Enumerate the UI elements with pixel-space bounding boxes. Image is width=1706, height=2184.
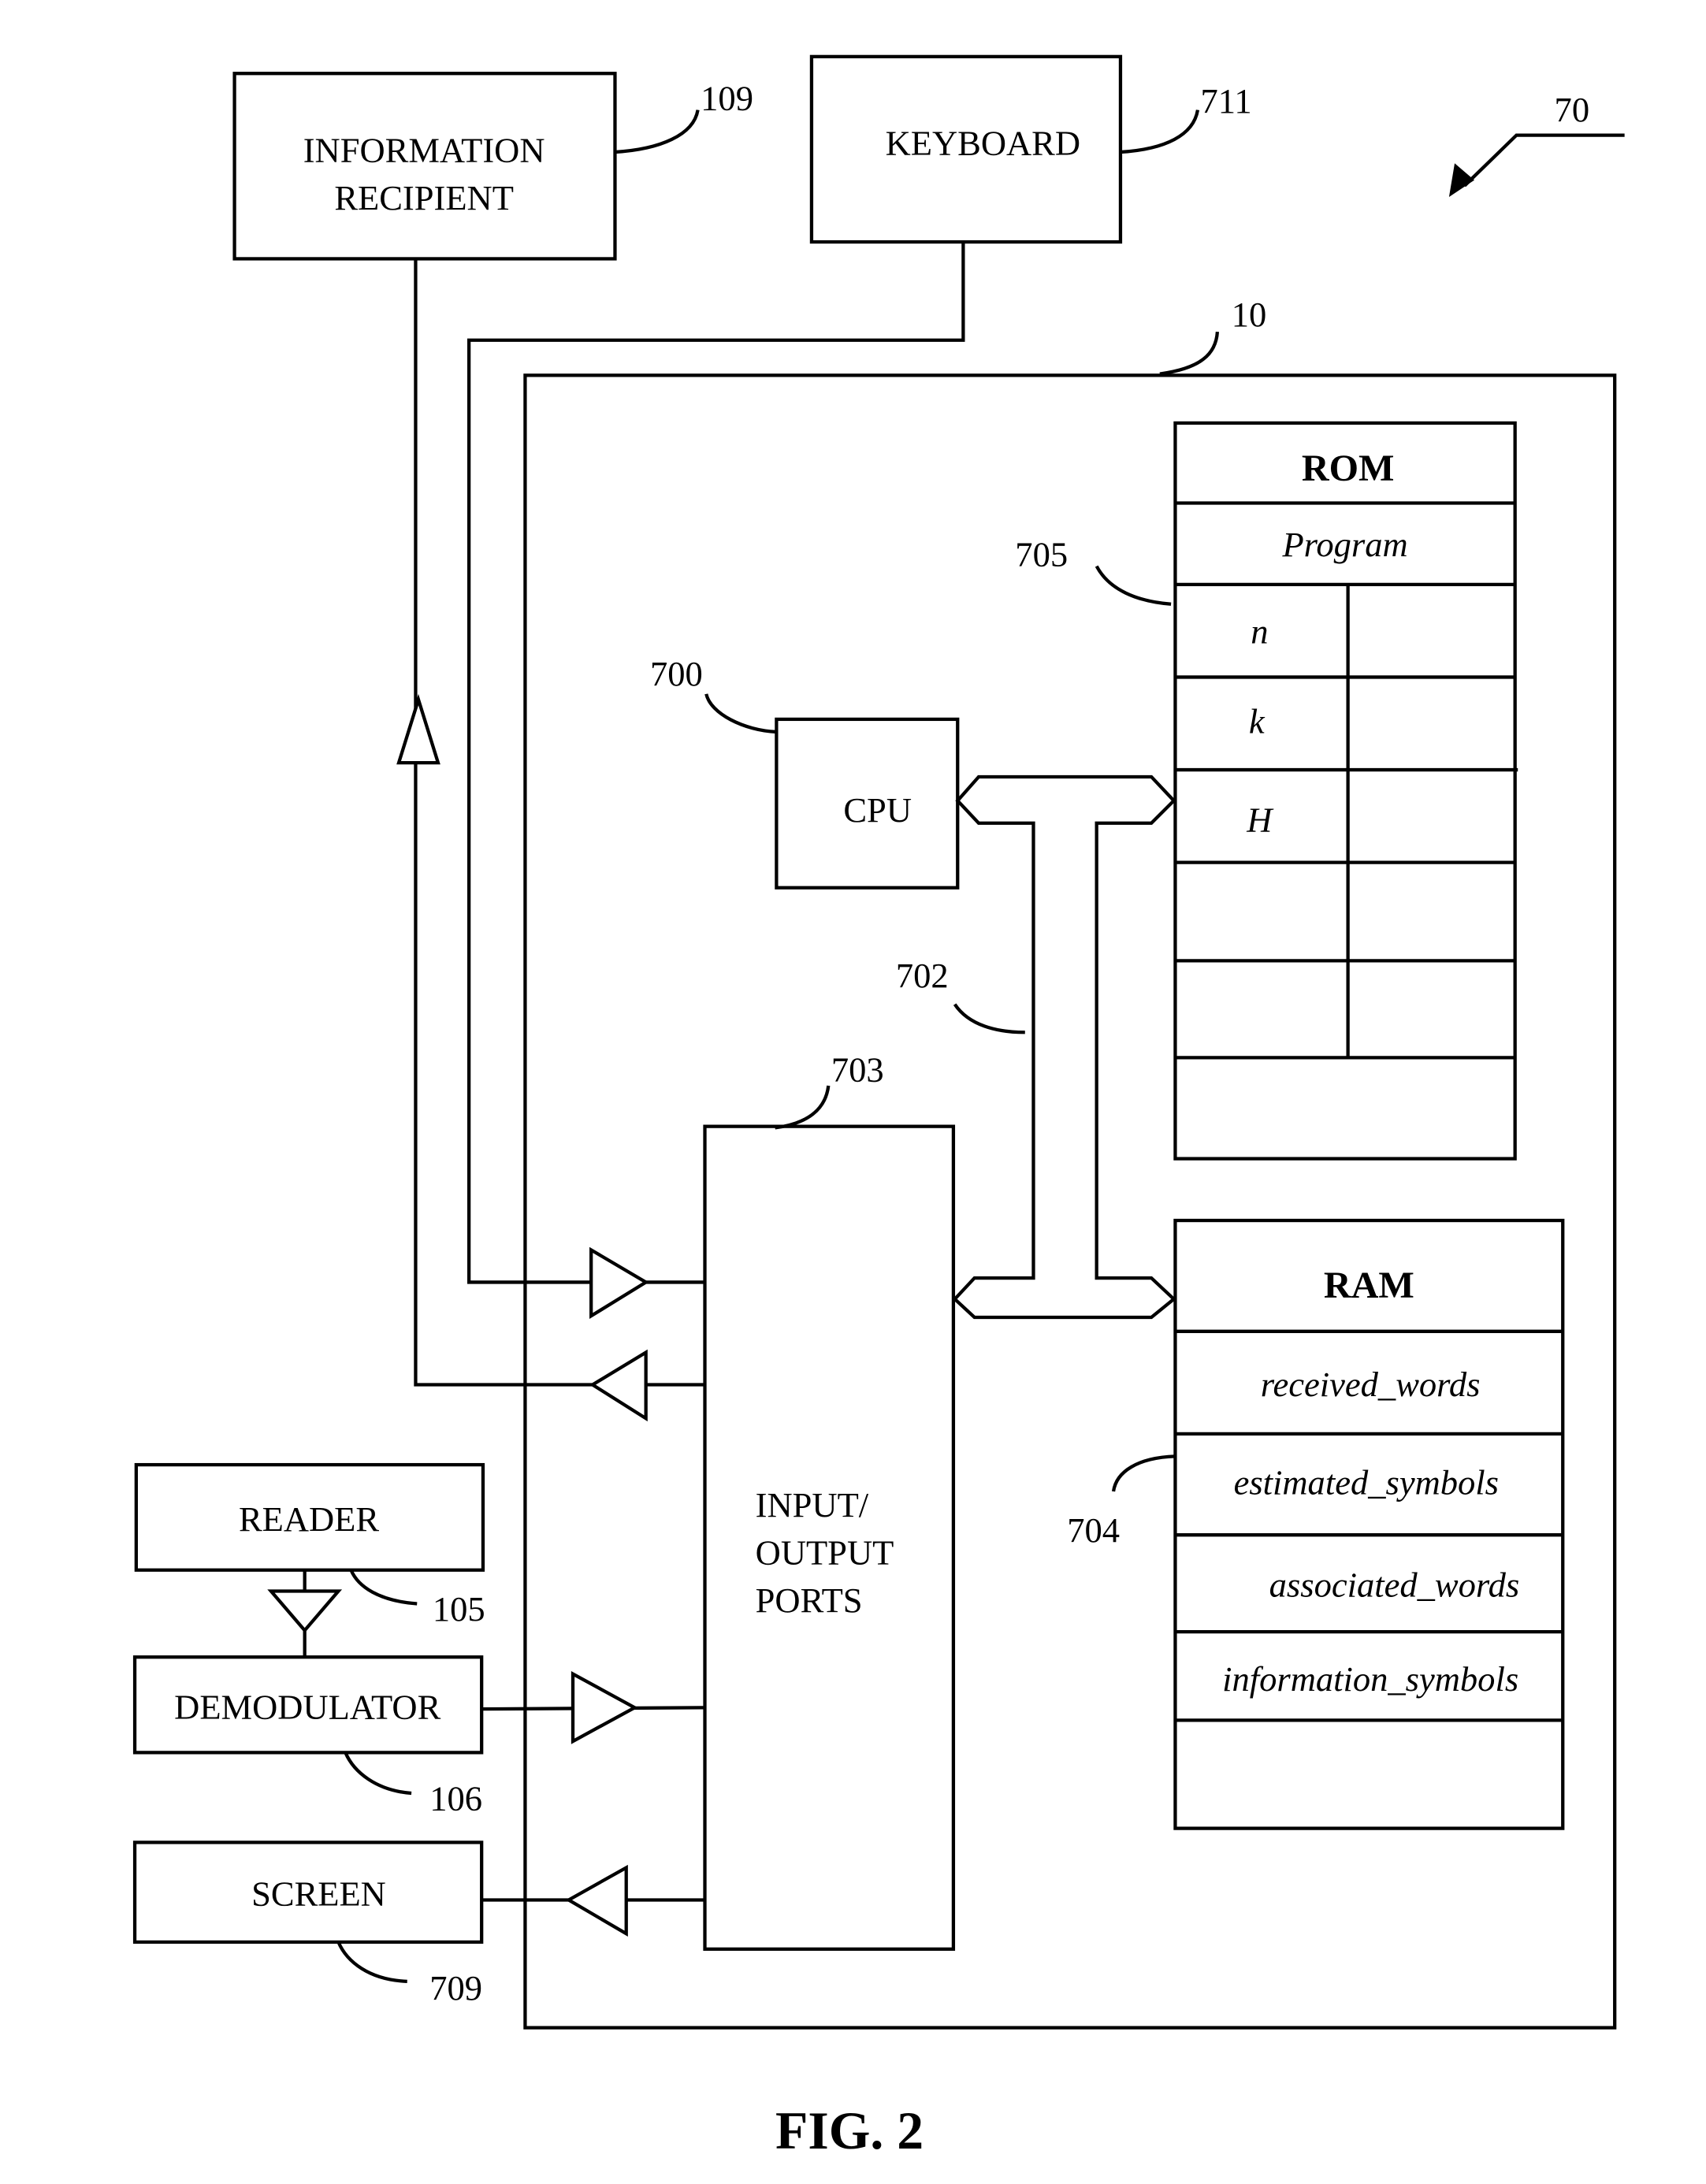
ref-703: 703 (831, 1050, 884, 1090)
ref-702: 702 (896, 956, 949, 995)
leader-10 (1159, 331, 1220, 376)
info-recipient-up-arrow-icon (396, 693, 440, 765)
keyboard-block: KEYBOARD 711 (809, 54, 1252, 244)
cpu-label: CPU (843, 790, 912, 830)
ref-704: 704 (1067, 1510, 1120, 1550)
figure-caption: FIG. 2 (775, 2101, 924, 2160)
rom-row-n: n (1251, 612, 1268, 652)
reader-block: READER 105 (134, 1462, 485, 1658)
demodulator-label: DEMODULATOR (174, 1688, 440, 1727)
ref-70: 70 (1555, 90, 1590, 129)
rom-program: Program (1281, 525, 1407, 564)
system-reference: 70 (1448, 90, 1625, 198)
ram-row-received-words: received_words (1261, 1365, 1481, 1404)
ref-105: 105 (433, 1589, 485, 1629)
leader-109 (615, 110, 700, 154)
leader-106 (344, 1751, 412, 1796)
leader-105 (349, 1569, 418, 1606)
rom-row-k: k (1249, 702, 1266, 741)
io-ports-block: INPUT/ OUTPUT PORTS 703 (703, 1050, 956, 1951)
ram-row-estimated-symbols: estimated_symbols (1234, 1463, 1499, 1502)
reader-down-arrow-icon (267, 1589, 343, 1633)
ref-109: 109 (701, 79, 753, 118)
ref-10: 10 (1232, 295, 1267, 334)
ref-700: 700 (650, 654, 703, 693)
io-ports-label-1: INPUT/ (756, 1485, 869, 1525)
rom-row-h: H (1246, 800, 1274, 839)
ref-711: 711 (1201, 81, 1252, 121)
ref-705: 705 (1015, 535, 1068, 574)
screen-label: SCREEN (251, 1874, 386, 1914)
reader-label: READER (239, 1499, 379, 1539)
io-ports-label-3: PORTS (756, 1580, 863, 1620)
ram-row-associated-words: associated_words (1269, 1566, 1520, 1605)
system-arrow-line (1463, 133, 1625, 188)
leader-709 (336, 1941, 407, 1983)
information-recipient-label-1: INFORMATION (303, 130, 545, 169)
ram-title: RAM (1324, 1265, 1414, 1306)
information-recipient-label-2: RECIPIENT (334, 178, 514, 217)
arrow-head-icon (1448, 163, 1474, 198)
ram-row-information-symbols: information_symbols (1222, 1659, 1518, 1699)
block-diagram: 70 INFORMATION RECIPIENT 109 KEYBOARD 71… (132, 54, 1625, 2160)
io-ports-label-2: OUTPUT (756, 1533, 894, 1573)
ram-box (1173, 1218, 1565, 1830)
ref-709: 709 (429, 1968, 482, 2008)
information-recipient-block: INFORMATION RECIPIENT 109 (232, 72, 753, 261)
rom-title: ROM (1302, 448, 1395, 489)
ref-106: 106 (429, 1778, 482, 1818)
keyboard-label: KEYBOARD (886, 124, 1080, 163)
leader-711 (1120, 110, 1200, 154)
